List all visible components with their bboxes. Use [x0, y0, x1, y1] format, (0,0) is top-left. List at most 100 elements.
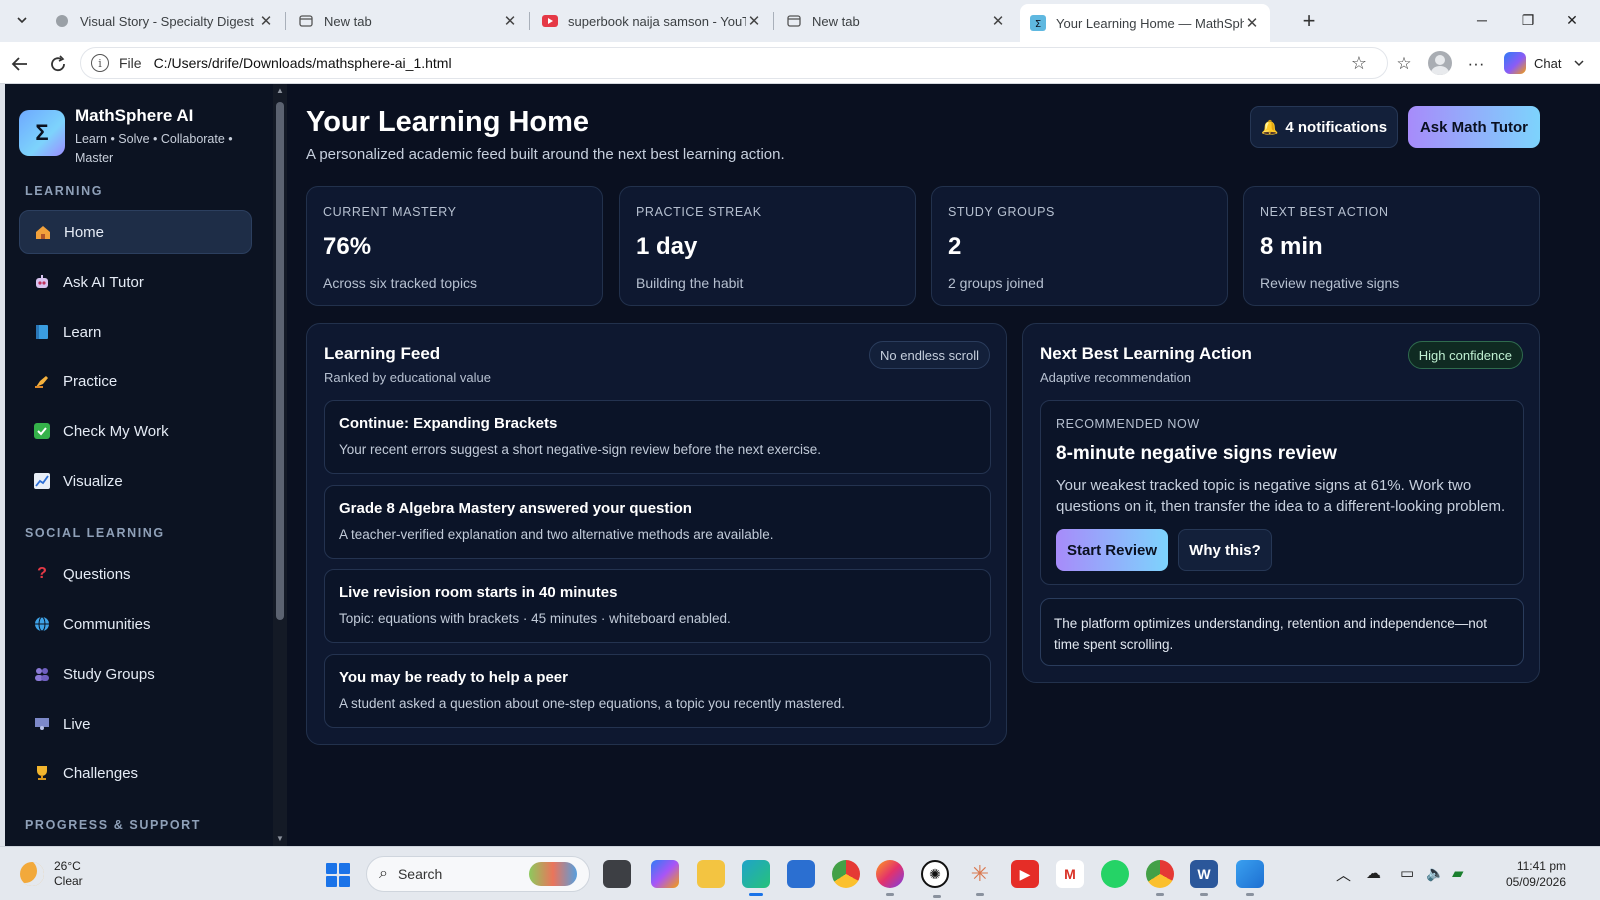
scrollbar-thumb[interactable]: [276, 102, 284, 620]
panel-subtitle: Ranked by educational value: [324, 370, 491, 385]
sidebar-item-learn[interactable]: Learn: [19, 310, 252, 354]
bookmark-star-icon[interactable]: ☆: [1351, 53, 1367, 74]
moon-icon: [20, 862, 44, 886]
battery-icon[interactable]: ▰: [1452, 864, 1464, 882]
page-icon: [54, 13, 70, 29]
volume-icon[interactable]: 🔈: [1426, 864, 1445, 882]
close-icon: ✕: [1566, 11, 1578, 28]
cloud-offline-icon[interactable]: ☁: [1366, 864, 1381, 882]
more-options-icon[interactable]: ···: [1464, 53, 1488, 75]
claude-icon[interactable]: ✳: [966, 860, 994, 896]
search-label: Search: [397, 866, 443, 882]
file-explorer-icon[interactable]: [697, 860, 725, 888]
minimize-button[interactable]: ─: [1462, 8, 1502, 32]
arrow-left-icon: [11, 57, 27, 71]
notifications-label: 4 notifications: [1285, 118, 1388, 136]
youtube-app-icon[interactable]: ▶: [1011, 860, 1039, 888]
sidebar-item-label: Visualize: [63, 472, 123, 490]
close-tab-icon[interactable]: ✕: [502, 12, 518, 30]
sidebar-item-study-groups[interactable]: Study Groups: [19, 652, 252, 696]
browser-tab-new-2[interactable]: New tab ✕: [776, 6, 1016, 36]
restore-button[interactable]: ❐: [1508, 8, 1548, 32]
start-review-button[interactable]: Start Review: [1056, 529, 1168, 571]
browser-tab-mathsphere[interactable]: Σ Your Learning Home — MathSphere AI ✕: [1020, 4, 1270, 42]
browser-toolbar: i File C:/Users/drife/Downloads/mathsphe…: [0, 42, 1600, 84]
chatgpt-icon[interactable]: ✺: [921, 860, 949, 898]
sidebar-item-practice[interactable]: Practice: [19, 359, 252, 403]
edge-browser-icon[interactable]: [742, 860, 770, 896]
feed-item-title: Live revision room starts in 40 minutes: [339, 584, 618, 601]
url-text[interactable]: C:/Users/drife/Downloads/mathsphere-ai_1…: [154, 55, 452, 71]
sidebar-item-check-my-work[interactable]: Check My Work: [19, 409, 252, 453]
stat-note: 2 groups joined: [948, 275, 1044, 291]
feed-item[interactable]: You may be ready to help a peer A studen…: [324, 654, 991, 728]
browser-tab-strip: Visual Story - Specialty Digest ✕ New ta…: [0, 0, 1600, 42]
close-tab-icon[interactable]: ✕: [1244, 14, 1260, 32]
scroll-down-arrow-icon[interactable]: ▼: [275, 834, 285, 844]
show-hidden-icons-chevron-icon[interactable]: ︿: [1336, 864, 1351, 885]
address-bar[interactable]: i File C:/Users/drife/Downloads/mathsphe…: [80, 47, 1388, 79]
sidebar-scrollbar[interactable]: ▲ ▼: [273, 84, 287, 846]
browser-tab-visual-story[interactable]: Visual Story - Specialty Digest ✕: [44, 6, 284, 36]
tab-search-dropdown[interactable]: [8, 6, 36, 34]
copilot-app-icon[interactable]: [651, 860, 679, 888]
notifications-button[interactable]: 🔔 4 notifications: [1250, 106, 1398, 148]
stat-value: 2: [948, 233, 962, 260]
firefox-icon[interactable]: [876, 860, 904, 896]
stat-card-next-action: NEXT BEST ACTION 8 min Review negative s…: [1243, 186, 1540, 306]
copilot-chat-button[interactable]: Chat: [1504, 50, 1585, 76]
sidebar-item-live[interactable]: Live: [19, 702, 252, 746]
writing-hand-icon: [33, 372, 51, 390]
microsoft-store-icon[interactable]: [787, 860, 815, 888]
mathsphere-app: Σ MathSphere AI Learn • Solve • Collabor…: [5, 84, 1600, 846]
recommendation-title: 8-minute negative signs review: [1056, 443, 1337, 464]
feed-item[interactable]: Grade 8 Algebra Mastery answered your qu…: [324, 485, 991, 559]
url-scheme: File: [119, 55, 142, 71]
favorites-icon[interactable]: ☆: [1392, 53, 1416, 75]
sidebar-item-home[interactable]: Home: [19, 210, 252, 254]
close-tab-icon[interactable]: ✕: [746, 12, 762, 30]
photos-app-icon[interactable]: [1236, 860, 1264, 896]
sidebar-item-challenges[interactable]: Challenges: [19, 751, 252, 795]
sidebar-item-questions[interactable]: ? Questions: [19, 552, 252, 596]
why-this-button[interactable]: Why this?: [1178, 529, 1272, 571]
presenter-icon: [33, 715, 51, 733]
task-view-icon[interactable]: [603, 860, 631, 888]
sidebar-item-ask-ai-tutor[interactable]: Ask AI Tutor: [19, 260, 252, 304]
windows-start-icon[interactable]: [326, 863, 350, 887]
chart-icon: [33, 472, 51, 490]
next-best-action-panel: Next Best Learning Action Adaptive recom…: [1022, 323, 1540, 683]
chrome-icon[interactable]: [832, 860, 860, 888]
whatsapp-icon[interactable]: [1101, 860, 1129, 888]
close-window-button[interactable]: ✕: [1552, 8, 1592, 32]
close-tab-icon[interactable]: ✕: [990, 12, 1006, 30]
ask-math-tutor-button[interactable]: Ask Math Tutor: [1408, 106, 1540, 148]
network-icon[interactable]: ▭: [1400, 864, 1414, 882]
recommended-now-label: RECOMMENDED NOW: [1056, 417, 1200, 431]
browser-tab-new-1[interactable]: New tab ✕: [288, 6, 528, 36]
reload-button[interactable]: [44, 50, 72, 78]
word-icon[interactable]: W: [1190, 860, 1218, 896]
sidebar-item-communities[interactable]: Communities: [19, 602, 252, 646]
profile-avatar[interactable]: [1428, 51, 1452, 75]
gmail-icon[interactable]: M: [1056, 860, 1084, 888]
sidebar-item-label: Learn: [63, 323, 102, 341]
feed-item[interactable]: Continue: Expanding Brackets Your recent…: [324, 400, 991, 474]
new-tab-button[interactable]: +: [1296, 8, 1322, 34]
feed-item[interactable]: Live revision room starts in 40 minutes …: [324, 569, 991, 643]
panel-subtitle: Adaptive recommendation: [1040, 370, 1192, 385]
site-info-icon[interactable]: i: [91, 54, 109, 72]
tab-divider: [773, 12, 774, 30]
page-subtitle: A personalized academic feed built aroun…: [306, 146, 785, 163]
youtube-icon: [542, 13, 558, 29]
back-button[interactable]: [6, 50, 34, 78]
browser-tab-youtube[interactable]: superbook naija samson - YouTube ✕: [532, 6, 772, 36]
chrome-profile-icon[interactable]: [1146, 860, 1174, 896]
sidebar-item-visualize[interactable]: Visualize: [19, 459, 252, 503]
weather-widget[interactable]: 26°C Clear: [20, 859, 83, 889]
bell-icon: 🔔: [1260, 118, 1279, 135]
system-clock[interactable]: 11:41 pm 05/09/2026: [1506, 858, 1566, 890]
scroll-up-arrow-icon[interactable]: ▲: [275, 86, 285, 96]
taskbar-search[interactable]: ⌕ Search: [366, 856, 590, 892]
close-tab-icon[interactable]: ✕: [258, 12, 274, 30]
